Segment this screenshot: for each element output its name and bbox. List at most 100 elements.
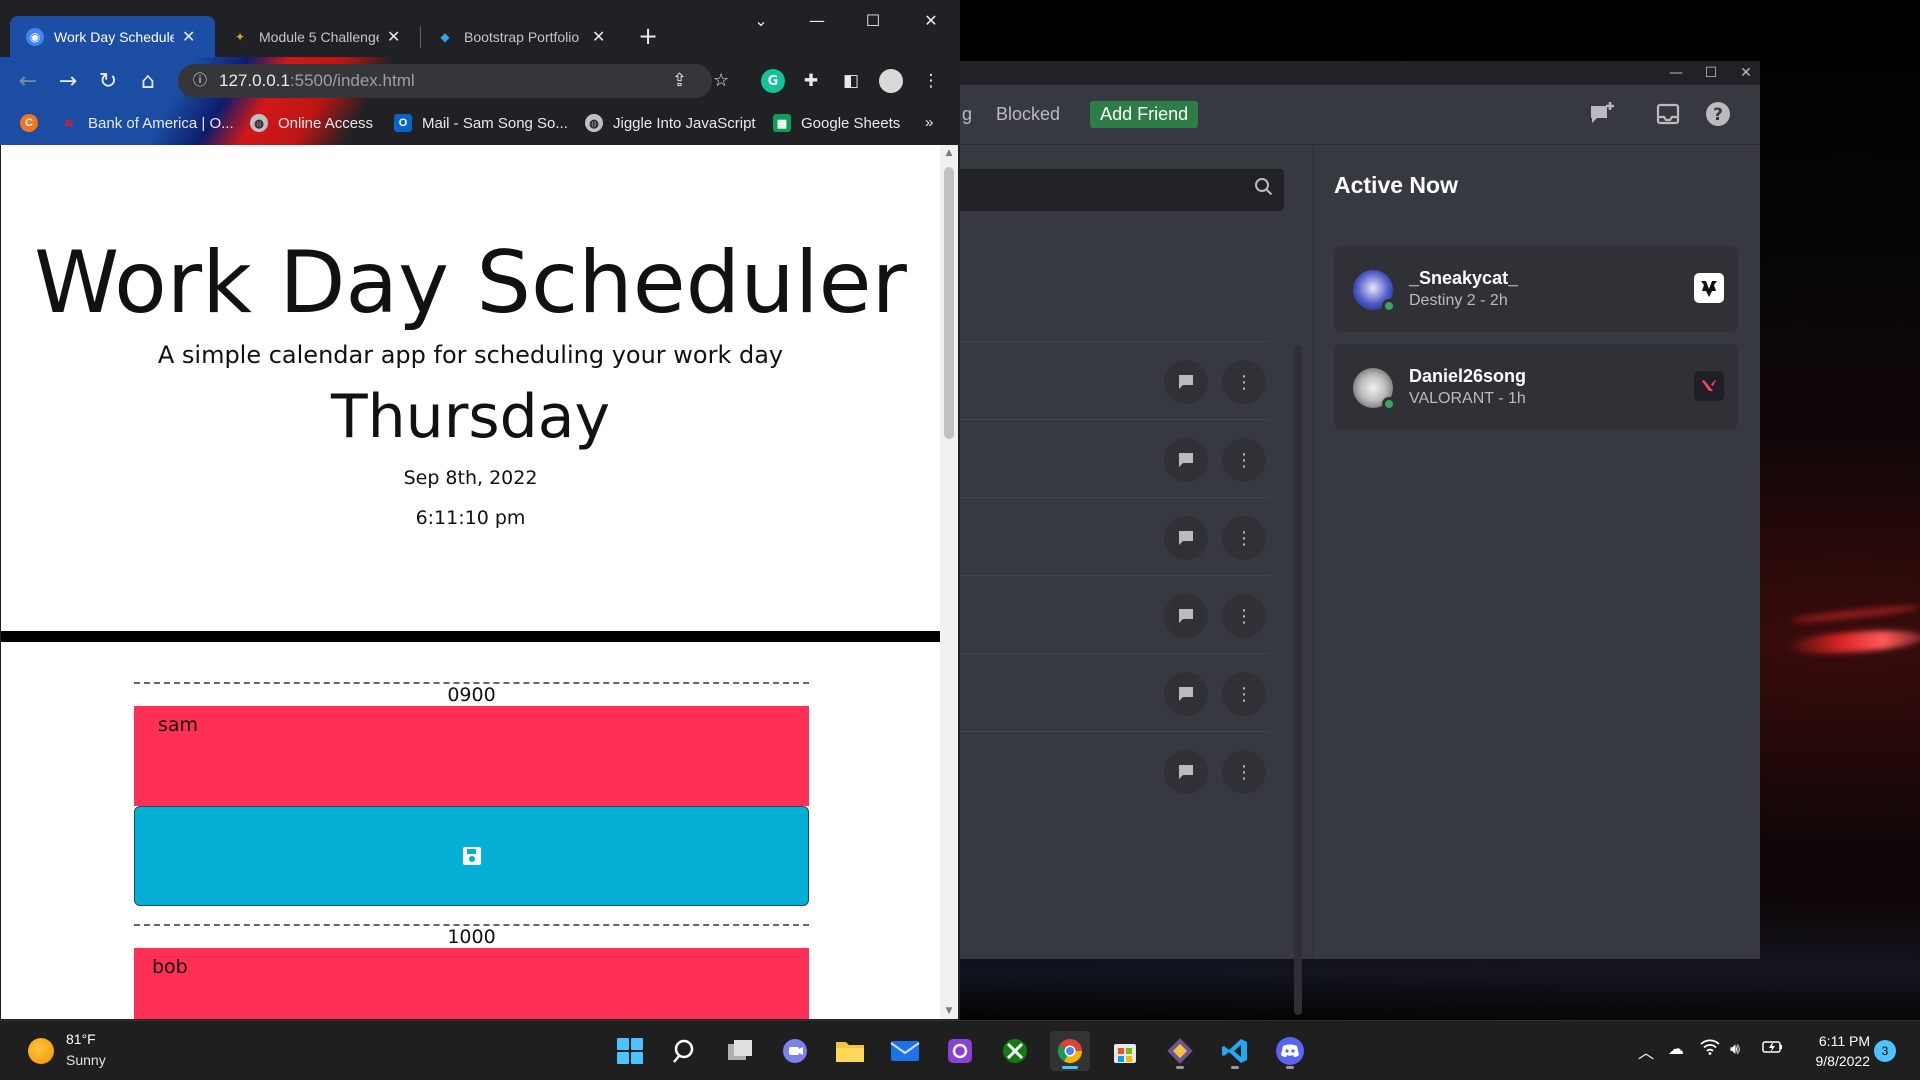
- bookmark-crunchyroll[interactable]: C: [20, 114, 48, 132]
- page-subtitle: A simple calendar app for scheduling you…: [157, 341, 784, 369]
- friends-scrollbar[interactable]: [1294, 345, 1302, 1015]
- chevron-up-icon[interactable]: ︿: [1638, 1039, 1654, 1063]
- menu-icon[interactable]: ⋮: [919, 69, 943, 93]
- extensions-icon[interactable]: ✚: [799, 69, 823, 93]
- scrollbar-thumb[interactable]: [944, 167, 954, 439]
- bookmark-mail[interactable]: O Mail - Sam Song So...: [394, 114, 568, 132]
- active-now-card[interactable]: _Sneakycat_ Destiny 2 - 2h: [1334, 246, 1738, 332]
- onedrive-icon[interactable]: ☁: [1668, 1039, 1684, 1058]
- message-icon[interactable]: [1164, 516, 1208, 560]
- chrome-window: ◉ Work Day Scheduler ✕ ✦ Module 5 Challe…: [0, 0, 960, 1020]
- bookmark-label: Jiggle Into JavaScript: [613, 114, 756, 132]
- active-now-card[interactable]: Daniel26song VALORANT - 1h: [1334, 344, 1738, 430]
- tab-bootstrap-portfolio[interactable]: ◆ Bootstrap Portfolio ✕: [420, 16, 624, 57]
- back-icon[interactable]: ←: [14, 67, 42, 95]
- battery-icon[interactable]: [1762, 1039, 1784, 1059]
- microsoft-store-icon[interactable]: [1105, 1031, 1145, 1071]
- close-tab-icon[interactable]: ✕: [182, 27, 195, 47]
- event-textarea[interactable]: bob: [134, 948, 809, 1019]
- vscode-icon[interactable]: [1215, 1031, 1255, 1071]
- clipchamp-icon[interactable]: [940, 1031, 980, 1071]
- grammarly-icon[interactable]: G: [761, 69, 785, 93]
- close-icon[interactable]: ✕: [1728, 61, 1764, 85]
- friend-row[interactable]: ⋮: [958, 731, 1270, 809]
- more-bookmarks-icon[interactable]: »: [925, 114, 933, 131]
- more-options-icon[interactable]: ⋮: [1222, 516, 1266, 560]
- notification-badge[interactable]: 3: [1874, 1040, 1896, 1062]
- profile-avatar[interactable]: [879, 69, 903, 93]
- file-explorer-icon[interactable]: [830, 1031, 870, 1071]
- message-icon[interactable]: [1164, 672, 1208, 716]
- more-options-icon[interactable]: ⋮: [1222, 438, 1266, 482]
- bookmark-google-sheets[interactable]: ▦ Google Sheets: [773, 114, 900, 132]
- friend-row[interactable]: ⋮: [958, 341, 1270, 419]
- tab-work-day-scheduler[interactable]: ◉ Work Day Scheduler ✕: [10, 16, 215, 57]
- friend-row[interactable]: ⋮: [958, 497, 1270, 575]
- search-icon[interactable]: [665, 1031, 705, 1071]
- new-tab-icon[interactable]: +: [638, 22, 658, 50]
- close-tab-icon[interactable]: ✕: [592, 27, 605, 47]
- message-icon[interactable]: [1164, 360, 1208, 404]
- start-icon[interactable]: [610, 1031, 650, 1071]
- save-button[interactable]: [134, 806, 809, 906]
- tab-pending[interactable]: g: [962, 104, 972, 125]
- weather-temperature[interactable]: 81°F: [66, 1031, 96, 1047]
- mail-icon[interactable]: [885, 1031, 925, 1071]
- add-friend-button[interactable]: Add Friend: [1090, 101, 1199, 128]
- volume-icon[interactable]: 🔊︎: [1730, 1039, 1740, 1059]
- help-icon[interactable]: ?: [1703, 99, 1733, 129]
- destiny-icon: [1694, 273, 1724, 303]
- system-clock[interactable]: 6:11 PM 9/8/2022: [1800, 1031, 1871, 1071]
- wifi-icon[interactable]: [1700, 1039, 1720, 1059]
- chrome-taskbar-icon[interactable]: [1050, 1031, 1090, 1071]
- share-icon[interactable]: ⇪: [672, 70, 687, 91]
- bookmark-jiggle-into-javascript[interactable]: ◍ Jiggle Into JavaScript: [585, 114, 756, 132]
- task-view-icon[interactable]: [720, 1031, 760, 1071]
- event-textarea[interactable]: sam: [134, 706, 809, 806]
- discord-taskbar-icon[interactable]: [1270, 1031, 1310, 1071]
- globe-icon: ◍: [585, 114, 603, 132]
- friend-row[interactable]: ⋮: [958, 653, 1270, 731]
- teams-chat-icon[interactable]: [775, 1031, 815, 1071]
- url-text[interactable]: 127.0.0.1:5500/index.html: [219, 71, 415, 91]
- message-icon[interactable]: [1164, 438, 1208, 482]
- more-options-icon[interactable]: ⋮: [1222, 594, 1266, 638]
- page-scrollbar[interactable]: ▲ ▼: [940, 145, 958, 1019]
- message-icon[interactable]: [1164, 594, 1208, 638]
- maximize-icon[interactable]: ☐: [1693, 61, 1729, 85]
- friends-list: ⋮ ⋮ ⋮ ⋮ ⋮ ⋮: [958, 145, 1313, 1015]
- home-icon[interactable]: ⌂: [134, 67, 162, 95]
- close-icon[interactable]: ✕: [903, 0, 959, 40]
- more-options-icon[interactable]: ⋮: [1222, 750, 1266, 794]
- bookmark-bank-of-america[interactable]: ≋ Bank of America | O...: [60, 114, 233, 132]
- message-icon[interactable]: [1164, 750, 1208, 794]
- friend-row[interactable]: ⋮: [958, 419, 1270, 497]
- site-info-icon[interactable]: ⓘ: [190, 70, 210, 90]
- inbox-icon[interactable]: [1653, 99, 1683, 129]
- sun-icon[interactable]: [28, 1038, 54, 1064]
- forward-icon[interactable]: →: [54, 67, 82, 95]
- tab-blocked[interactable]: Blocked: [996, 104, 1060, 125]
- weather-condition[interactable]: Sunny: [66, 1052, 106, 1068]
- more-options-icon[interactable]: ⋮: [1222, 360, 1266, 404]
- bookmark-star-icon[interactable]: ☆: [713, 70, 729, 91]
- reload-icon[interactable]: ↻: [94, 67, 122, 95]
- friend-row[interactable]: ⋮: [958, 575, 1270, 653]
- minimize-icon[interactable]: —: [1658, 61, 1694, 85]
- xbox-icon[interactable]: [995, 1031, 1035, 1071]
- scroll-down-icon[interactable]: ▼: [940, 1003, 958, 1019]
- tab-search-icon[interactable]: ⌄: [733, 0, 789, 40]
- bookmark-online-access[interactable]: ◍ Online Access: [250, 114, 373, 132]
- tab-module-5-challenge[interactable]: ✦ Module 5 Challenge ✕: [215, 16, 419, 57]
- restore-icon[interactable]: ☐: [845, 0, 901, 40]
- side-panel-icon[interactable]: ◧: [839, 69, 863, 93]
- page-title: Work Day Scheduler: [34, 233, 907, 333]
- address-bar[interactable]: ⓘ 127.0.0.1:5500/index.html ⇪ ☆: [178, 64, 729, 98]
- scroll-up-icon[interactable]: ▲: [940, 145, 958, 161]
- friends-search-input[interactable]: [958, 169, 1284, 211]
- github-desktop-icon[interactable]: [1160, 1031, 1200, 1071]
- minimize-icon[interactable]: —: [789, 0, 845, 40]
- more-options-icon[interactable]: ⋮: [1222, 672, 1266, 716]
- close-tab-icon[interactable]: ✕: [387, 27, 400, 47]
- new-group-dm-icon[interactable]: [1588, 99, 1618, 129]
